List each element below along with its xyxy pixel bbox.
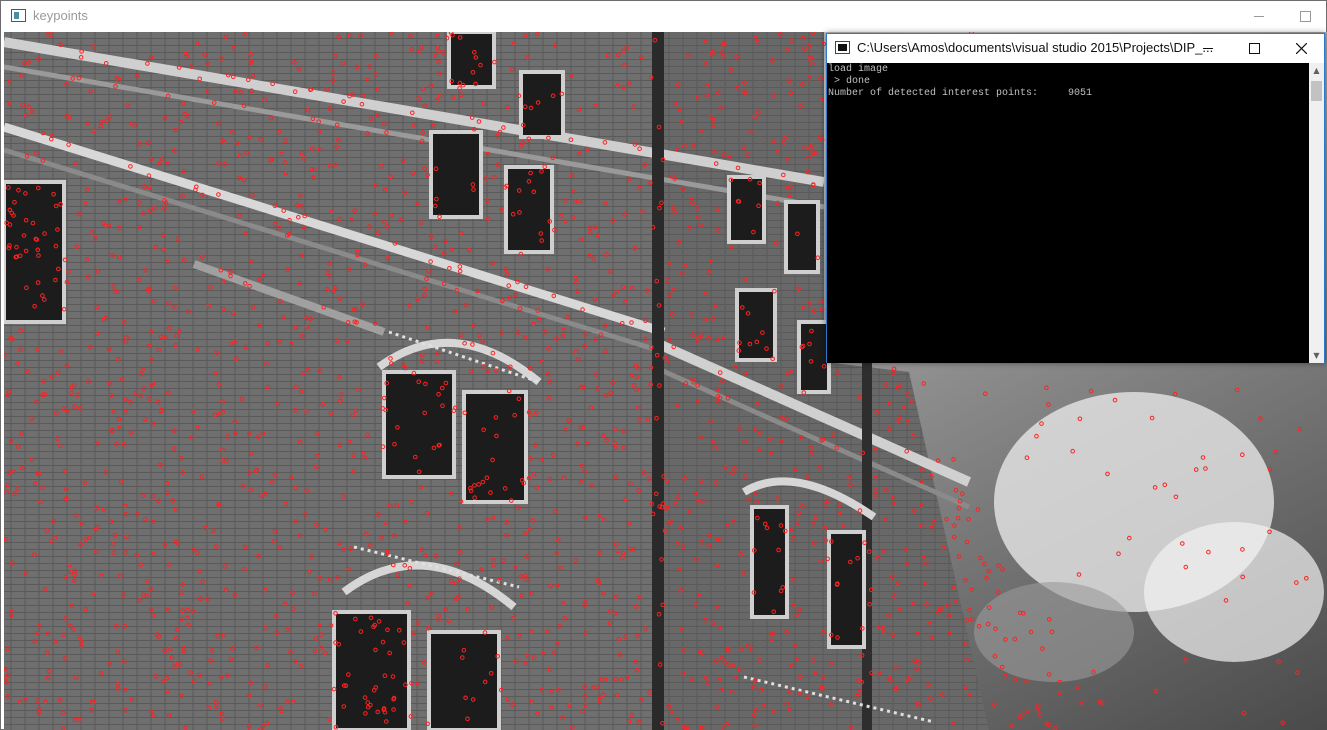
app-window-icon [11,9,26,22]
console-line: Number of detected interest points: 9051 [828,88,1093,99]
console-title-bar[interactable]: C:\Users\Amos\documents\visual studio 20… [827,34,1324,63]
minimize-icon [1254,16,1264,17]
scroll-down-arrow-icon[interactable]: ▼ [1309,348,1324,363]
close-icon [1295,43,1307,54]
scroll-up-arrow-icon[interactable]: ▲ [1309,63,1324,78]
console-scrollbar[interactable]: ▲ ▼ [1309,63,1324,363]
console-icon [835,41,850,54]
maximize-icon [1248,43,1260,54]
maximize-button[interactable] [1282,1,1327,32]
console-minimize-button[interactable] [1185,34,1231,63]
console-maximize-button[interactable] [1231,34,1277,63]
minimize-button[interactable] [1236,1,1282,32]
console-output[interactable]: load image > done Number of detected int… [827,63,1309,363]
console-line: load image [828,64,889,75]
console-window[interactable]: C:\Users\Amos\documents\visual studio 20… [826,33,1325,363]
minimize-icon [1203,48,1213,49]
scrollbar-thumb[interactable] [1311,81,1322,101]
console-title: C:\Users\Amos\documents\visual studio 20… [857,40,1214,55]
window-title: keypoints [33,8,88,23]
console-close-button[interactable] [1278,34,1324,63]
console-line: > done [828,76,871,87]
maximize-icon [1299,11,1311,22]
title-bar[interactable]: keypoints [1,1,1326,32]
